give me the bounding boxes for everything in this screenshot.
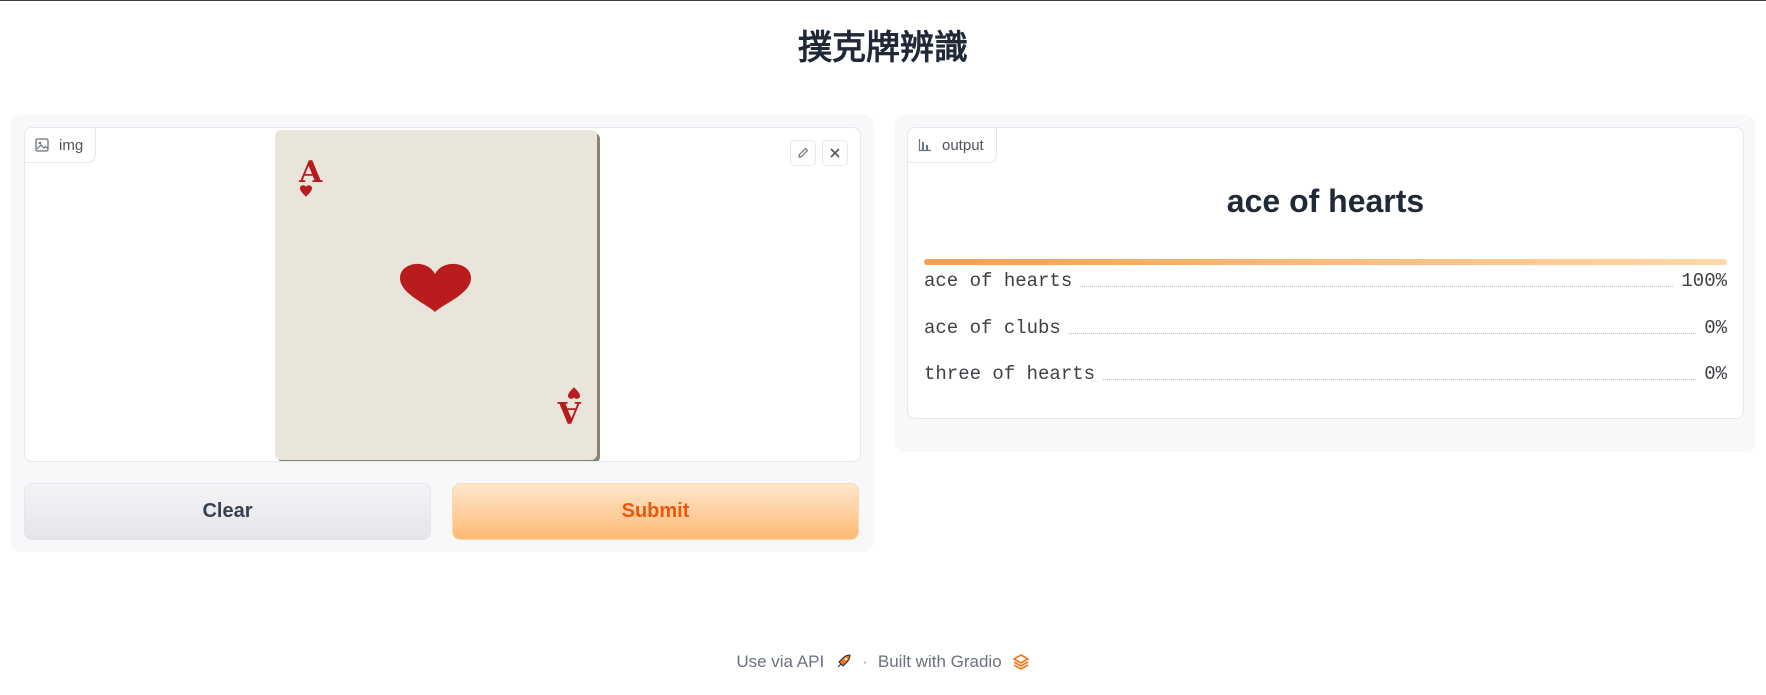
label-output: output ace of hearts ace of hearts 100% … [907, 127, 1744, 419]
confidence-row[interactable]: ace of clubs 0% [924, 315, 1727, 339]
top-confidence-bar [924, 259, 1727, 265]
confidence-label: three of hearts [924, 363, 1096, 385]
pencil-icon [798, 147, 809, 158]
image-toolbar [790, 140, 848, 166]
dotted-leader [1068, 333, 1697, 334]
bar-chart-icon [918, 139, 931, 152]
dotted-leader [1080, 286, 1674, 287]
image-input-label: img [25, 128, 97, 163]
confidence-row[interactable]: ace of hearts 100% [924, 268, 1727, 292]
page-title: 撲克牌辨識 [798, 28, 968, 68]
output-panel: output ace of hearts ace of hearts 100% … [895, 115, 1755, 452]
top-border [0, 0, 1766, 1]
confidence-row[interactable]: three of hearts 0% [924, 361, 1727, 385]
confidence-label: ace of clubs [924, 317, 1061, 339]
submit-button[interactable]: Submit [452, 483, 859, 540]
confidence-value: 0% [1704, 317, 1727, 339]
confidence-value: 0% [1704, 363, 1727, 385]
footer: Use via API · Built with Gradio [0, 652, 1766, 672]
footer-separator: · [862, 652, 868, 671]
output-label-text: output [942, 136, 984, 154]
card-artwork: A A [298, 155, 582, 429]
built-with-gradio-link[interactable]: Built with Gradio [878, 652, 1002, 672]
card-rank-top: A [298, 155, 323, 190]
predicted-label: ace of hearts [1226, 183, 1425, 219]
center-heart-icon [400, 263, 471, 312]
image-icon [35, 138, 49, 152]
input-panel: img A A Clear Submit [11, 115, 874, 552]
dotted-leader [1103, 379, 1697, 380]
confidence-label: ace of hearts [924, 270, 1073, 292]
close-icon [830, 148, 840, 158]
edit-button[interactable] [790, 140, 816, 166]
confidence-value: 100% [1681, 270, 1727, 292]
clear-button[interactable]: Clear [24, 483, 431, 540]
output-label: output [908, 128, 997, 163]
playing-card-image: A A [275, 130, 597, 460]
card-rank-bottom: A [557, 394, 582, 429]
image-input[interactable]: img A A [24, 127, 861, 462]
use-via-api-link[interactable]: Use via API [736, 652, 824, 672]
rocket-icon [837, 654, 851, 668]
gradio-logo-icon [1012, 654, 1030, 670]
image-input-label-text: img [59, 136, 84, 154]
remove-image-button[interactable] [822, 140, 848, 166]
